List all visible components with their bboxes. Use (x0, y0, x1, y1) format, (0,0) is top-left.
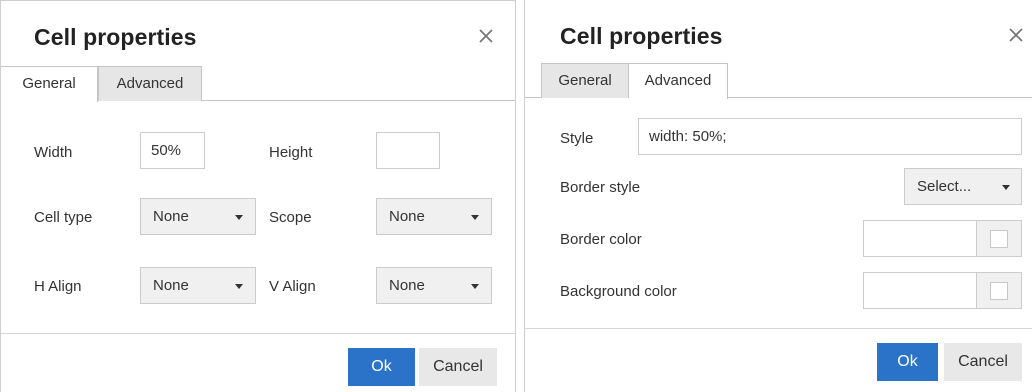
border-style-label: Border style (560, 179, 641, 196)
cell-properties-dialog-general: Cell properties General Advanced Width 5… (0, 0, 516, 392)
close-button[interactable] (1005, 24, 1027, 46)
width-label: Width (34, 144, 73, 161)
ok-button[interactable]: Ok (348, 348, 415, 386)
close-icon (479, 29, 493, 43)
v-align-label: V Align (269, 278, 316, 295)
dialog-title: Cell properties (560, 23, 723, 49)
cell-type-select[interactable]: None (140, 198, 256, 235)
scope-label: Scope (269, 209, 312, 226)
tab-general[interactable]: General (541, 63, 629, 98)
v-align-select[interactable]: None (376, 267, 492, 304)
color-swatch-icon (990, 230, 1008, 248)
scope-value: None (389, 208, 425, 225)
cell-type-value: None (153, 208, 189, 225)
chevron-down-icon (235, 284, 243, 289)
tab-general[interactable]: General (1, 66, 98, 102)
width-input[interactable]: 50% (140, 132, 205, 169)
cancel-button[interactable]: Cancel (944, 343, 1022, 381)
v-align-value: None (389, 277, 425, 294)
chevron-down-icon (235, 215, 243, 220)
scope-select[interactable]: None (376, 198, 492, 235)
cell-type-label: Cell type (34, 209, 93, 226)
chevron-down-icon (471, 284, 479, 289)
footer-divider (525, 328, 1032, 329)
cancel-button[interactable]: Cancel (419, 348, 497, 386)
h-align-select[interactable]: None (140, 267, 256, 304)
h-align-label: H Align (34, 278, 82, 295)
height-input[interactable] (376, 132, 440, 169)
cell-properties-dialog-advanced: Cell properties General Advanced Style w… (524, 0, 1032, 392)
background-color-label: Background color (560, 283, 677, 300)
close-button[interactable] (475, 25, 497, 47)
background-color-input[interactable] (863, 272, 1022, 309)
tab-bar: General Advanced (1, 66, 515, 102)
chevron-down-icon (1002, 185, 1010, 190)
dialog-title: Cell properties (34, 24, 197, 50)
close-icon (1009, 28, 1023, 42)
style-input[interactable]: width: 50%; (638, 118, 1022, 155)
style-label: Style (560, 130, 594, 147)
border-style-select[interactable]: Select... (904, 168, 1022, 205)
border-color-picker-button[interactable] (976, 220, 1022, 257)
chevron-down-icon (471, 215, 479, 220)
border-color-label: Border color (560, 231, 642, 248)
background-color-picker-button[interactable] (976, 272, 1022, 309)
tab-advanced[interactable]: Advanced (629, 63, 728, 99)
tab-bar: General Advanced (525, 63, 1032, 99)
border-style-value: Select... (917, 178, 972, 195)
color-swatch-icon (990, 282, 1008, 300)
ok-button[interactable]: Ok (877, 343, 938, 381)
height-label: Height (269, 144, 313, 161)
tab-advanced[interactable]: Advanced (98, 66, 202, 101)
h-align-value: None (153, 277, 189, 294)
footer-divider (1, 333, 515, 334)
border-color-input[interactable] (863, 220, 1022, 257)
